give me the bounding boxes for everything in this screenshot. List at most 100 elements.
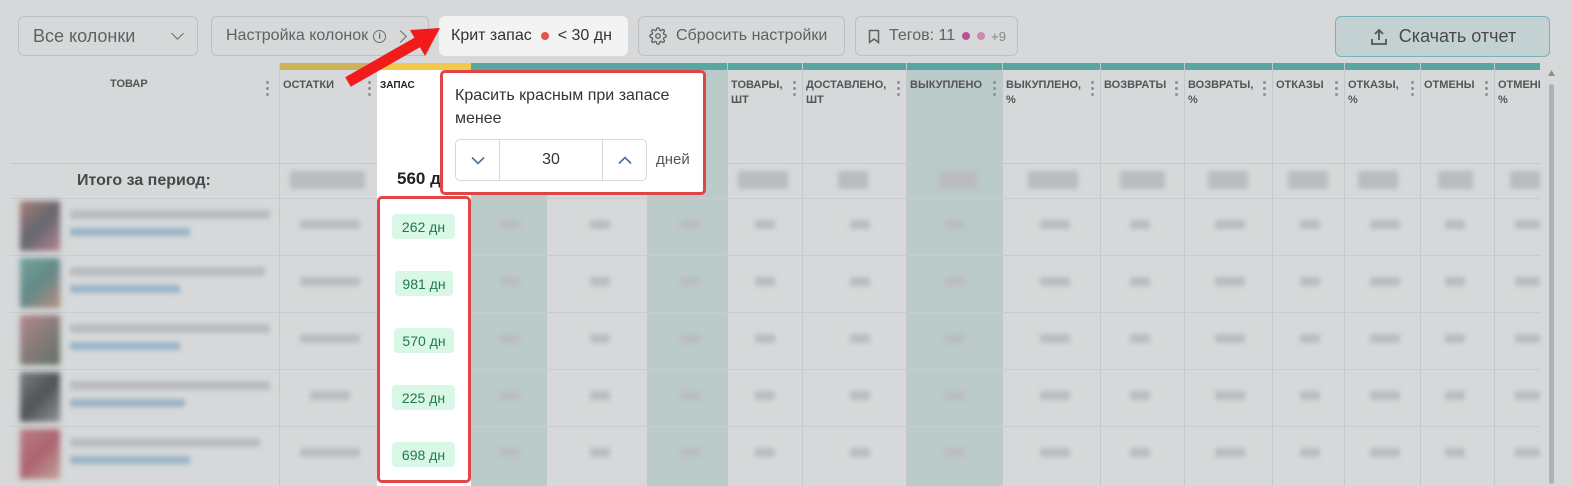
cell-redacted xyxy=(500,220,520,229)
column-header: ОСТАТКИ xyxy=(283,79,334,91)
cell-redacted xyxy=(500,334,520,343)
column-menu-icon[interactable] xyxy=(897,81,900,97)
cell-redacted xyxy=(1300,334,1320,343)
column-menu-icon[interactable] xyxy=(993,81,996,97)
column-header: ОТКАЗЫ, % xyxy=(1348,79,1399,106)
cell-redacted xyxy=(755,391,775,400)
total-value-redacted xyxy=(738,171,788,189)
product-sku-redacted[interactable] xyxy=(70,228,190,236)
column-ostatki: ОСТАТКИ xyxy=(279,63,377,486)
product-name-redacted[interactable] xyxy=(70,324,270,333)
cell-redacted xyxy=(500,277,520,286)
tag-color-dot xyxy=(962,32,971,40)
toolbar: Все колонки Настройка колонок i Сбросить… xyxy=(0,0,1572,66)
data-table: ТОВАР Итого за период: ОСТАТКИ ТОВАРЫ, Ш… xyxy=(10,63,1540,486)
cell-redacted xyxy=(1445,334,1465,343)
increment-button[interactable] xyxy=(602,140,646,180)
cell-redacted xyxy=(590,391,610,400)
product-name-redacted[interactable] xyxy=(70,438,260,447)
product-name-redacted[interactable] xyxy=(70,267,265,276)
column-menu-icon[interactable] xyxy=(1091,81,1094,97)
column-delivered: ДОСТАВЛЕНО, ШТ xyxy=(802,63,906,486)
download-report-button[interactable]: Скачать отчет xyxy=(1335,16,1550,57)
cell-redacted xyxy=(1300,220,1320,229)
cell-redacted xyxy=(300,448,360,457)
tag-color-dot xyxy=(977,32,986,40)
cell-redacted xyxy=(680,220,700,229)
column-header: ДОСТАВЛЕНО, ШТ xyxy=(806,79,887,106)
cell-redacted xyxy=(850,448,870,457)
product-sku-redacted[interactable] xyxy=(70,342,180,350)
annotation-arrow-icon xyxy=(345,28,440,87)
column-menu-icon[interactable] xyxy=(793,81,796,97)
cell-redacted xyxy=(680,277,700,286)
total-value-redacted xyxy=(1438,171,1473,189)
column-header: ВЫКУПЛЕНО, % xyxy=(1006,79,1082,106)
total-value-redacted xyxy=(290,171,365,189)
cell-redacted xyxy=(300,220,360,229)
zapas-total: 560 д xyxy=(397,169,441,188)
tags-label: Тегов: 11 xyxy=(889,27,956,44)
column-menu-icon[interactable] xyxy=(1485,81,1488,97)
column-menu-icon[interactable] xyxy=(1263,81,1266,97)
column-header-product: ТОВАР xyxy=(110,78,148,90)
product-thumbnail xyxy=(20,429,60,479)
cell-redacted xyxy=(945,277,965,286)
column-header: ВЫКУПЛЕНО xyxy=(910,79,983,91)
column-menu-icon[interactable] xyxy=(266,81,269,97)
cell-redacted xyxy=(1515,220,1540,229)
column-refusals: ОТКАЗЫ xyxy=(1272,63,1344,486)
column-menu-icon[interactable] xyxy=(1335,81,1338,97)
column-menu-icon[interactable] xyxy=(1411,81,1414,97)
tags-more: +9 xyxy=(991,28,1006,44)
cell-redacted xyxy=(1445,277,1465,286)
days-value-input[interactable]: 30 xyxy=(500,151,602,169)
cell-redacted xyxy=(945,391,965,400)
chevron-up-icon xyxy=(617,155,632,164)
total-label: Итого за период: xyxy=(77,172,211,189)
column-returns: ВОЗВРАТЫ xyxy=(1100,63,1184,486)
cell-redacted xyxy=(1040,277,1070,286)
column-header: ОТКАЗЫ xyxy=(1276,79,1324,91)
crit-stock-label: Крит запас xyxy=(451,27,532,44)
product-sku-redacted[interactable] xyxy=(70,399,185,407)
product-sku-redacted[interactable] xyxy=(70,456,190,464)
reset-settings-label: Сбросить настройки xyxy=(676,27,828,44)
product-name-redacted[interactable] xyxy=(70,210,270,219)
total-value-redacted xyxy=(1120,171,1165,189)
column-header: ОТМЕНЫ xyxy=(1424,79,1475,91)
total-value-redacted xyxy=(1028,171,1078,189)
product-thumbnail xyxy=(20,201,60,251)
crit-stock-button[interactable]: Крит запас < 30 дн xyxy=(439,16,628,56)
cell-redacted xyxy=(680,334,700,343)
reset-settings-button[interactable]: Сбросить настройки xyxy=(638,16,845,56)
decrement-button[interactable] xyxy=(456,140,500,180)
cell-redacted xyxy=(755,448,775,457)
cell-redacted xyxy=(500,448,520,457)
row-divider xyxy=(10,198,1540,199)
cell-redacted xyxy=(1215,334,1245,343)
vertical-scrollbar[interactable] xyxy=(1547,66,1556,486)
columns-select[interactable]: Все колонки xyxy=(18,16,198,56)
cell-redacted xyxy=(1300,277,1320,286)
cell-redacted xyxy=(1370,391,1400,400)
product-name-redacted[interactable] xyxy=(70,381,270,390)
header-divider xyxy=(10,163,1540,164)
product-sku-redacted[interactable] xyxy=(70,285,180,293)
columns-select-label: Все колонки xyxy=(33,25,136,46)
column-cancels: ОТМЕНЫ xyxy=(1420,63,1494,486)
total-value-redacted xyxy=(1288,171,1328,189)
column-menu-icon[interactable] xyxy=(1175,81,1178,97)
days-stepper[interactable]: 30 xyxy=(455,139,647,181)
highlight-frame xyxy=(377,196,471,483)
cell-redacted xyxy=(1215,448,1245,457)
cell-redacted xyxy=(590,220,610,229)
cell-redacted xyxy=(945,334,965,343)
cell-redacted xyxy=(1040,391,1070,400)
column-returns-pct: ВОЗВРАТЫ, % xyxy=(1184,63,1272,486)
tags-button[interactable]: Тегов: 11 +9 xyxy=(855,16,1018,56)
total-value-redacted xyxy=(1510,171,1540,189)
chevron-down-icon xyxy=(171,27,185,40)
cell-redacted xyxy=(1445,391,1465,400)
column-bought: ВЫКУПЛЕНО xyxy=(906,63,1002,486)
